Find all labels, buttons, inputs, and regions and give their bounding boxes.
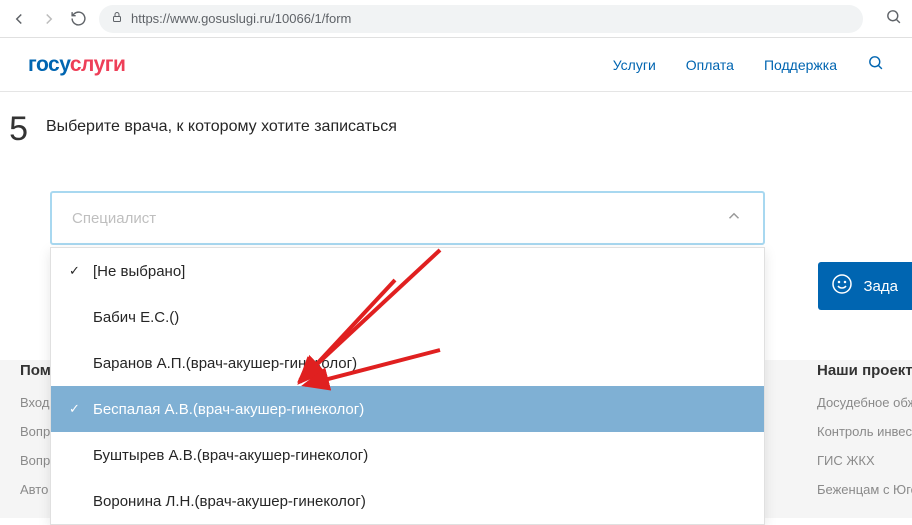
- specialist-select[interactable]: Специалист: [50, 191, 765, 245]
- logo[interactable]: госуслуги: [28, 53, 125, 77]
- browser-search-icon[interactable]: [885, 8, 902, 30]
- nav-support[interactable]: Поддержка: [764, 57, 837, 73]
- url-text: https://www.gosuslugi.ru/10066/1/form: [131, 11, 351, 26]
- footer-left-column: Пом Вход Вопр Вопр Авто: [20, 362, 51, 511]
- browser-toolbar: https://www.gosuslugi.ru/10066/1/form: [0, 0, 912, 38]
- option-voronina[interactable]: Воронина Л.Н.(врач-акушер-гинеколог): [51, 478, 764, 524]
- footer-link[interactable]: ГИС ЖКХ: [817, 453, 912, 468]
- chat-button[interactable]: Зада: [818, 262, 912, 310]
- footer-left-title: Пом: [20, 362, 51, 379]
- footer-link[interactable]: Вопр: [20, 453, 51, 468]
- specialist-dropdown: ✓ [Не выбрано] Бабич Е.С.() Баранов А.П.…: [50, 247, 765, 525]
- nav-services[interactable]: Услуги: [613, 57, 656, 73]
- option-babich[interactable]: Бабич Е.С.(): [51, 294, 764, 340]
- back-button[interactable]: [10, 10, 28, 28]
- check-icon: ✓: [69, 263, 83, 279]
- chat-label: Зада: [864, 278, 899, 295]
- step-title: Выберите врача, к которому хотите записа…: [46, 118, 397, 136]
- step-number: 5: [0, 110, 28, 149]
- footer-link[interactable]: Беженцам с Юго-В: [817, 482, 912, 497]
- chat-smiley-icon: [830, 272, 854, 300]
- footer-right-title: Наши проекты: [817, 362, 912, 379]
- option-bushtyrev[interactable]: Буштырев А.В.(врач-акушер-гинеколог): [51, 432, 764, 478]
- reload-button[interactable]: [70, 10, 87, 27]
- option-bespalaya[interactable]: ✓ Беспалая А.В.(врач-акушер-гинеколог): [51, 386, 764, 432]
- lock-icon: [111, 11, 123, 26]
- footer-link[interactable]: Авто: [20, 482, 51, 497]
- footer-right-column: Наши проекты Досудебное обжал Контроль и…: [817, 362, 912, 511]
- option-baranov[interactable]: Баранов А.П.(врач-акушер-гинеколог): [51, 340, 764, 386]
- footer-link[interactable]: Досудебное обжал: [817, 395, 912, 410]
- search-icon[interactable]: [867, 54, 884, 76]
- url-bar[interactable]: https://www.gosuslugi.ru/10066/1/form: [99, 5, 863, 33]
- footer-link[interactable]: Вход: [20, 395, 51, 410]
- chevron-up-icon: [725, 207, 743, 230]
- site-header: госуслуги Услуги Оплата Поддержка: [0, 38, 912, 92]
- check-icon: ✓: [69, 401, 83, 417]
- nav-links: Услуги Оплата Поддержка: [613, 54, 884, 76]
- footer-link[interactable]: Вопр: [20, 424, 51, 439]
- select-placeholder: Специалист: [72, 210, 156, 227]
- nav-payment[interactable]: Оплата: [686, 57, 734, 73]
- forward-button[interactable]: [40, 10, 58, 28]
- option-none[interactable]: ✓ [Не выбрано]: [51, 248, 764, 294]
- footer-link[interactable]: Контроль инвестиц: [817, 424, 912, 439]
